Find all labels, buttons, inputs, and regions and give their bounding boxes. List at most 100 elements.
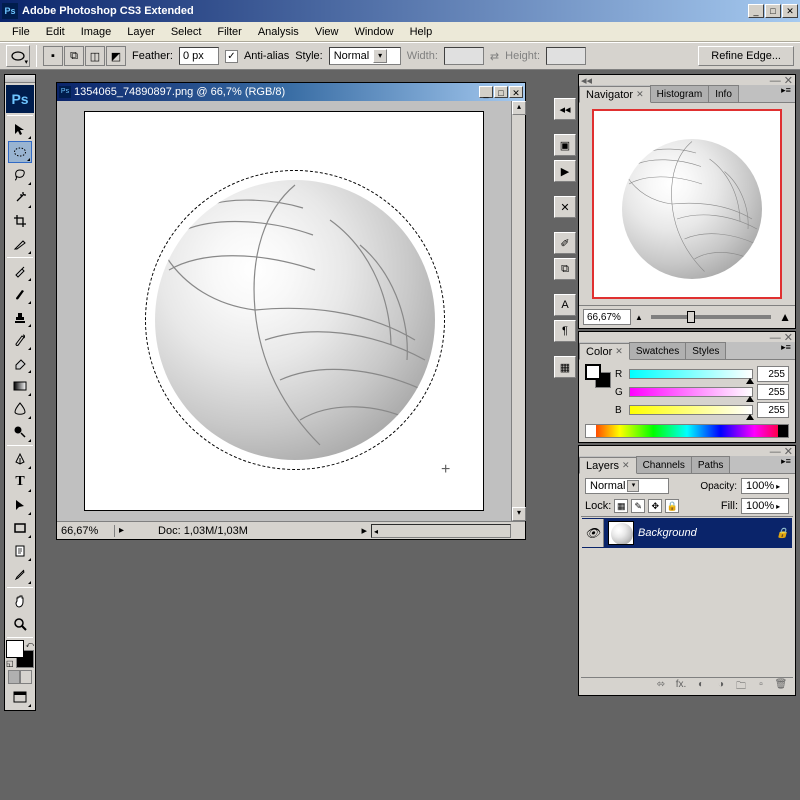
navigator-zoom-slider[interactable] [651,315,771,319]
new-layer-icon[interactable]: ▫ [751,679,771,695]
navigator-zoom-input[interactable] [583,309,631,325]
fill-input[interactable]: 100%▸ [741,498,789,514]
current-tool-preset[interactable]: ▾ [6,45,30,67]
refine-edge-button[interactable]: Refine Edge... [698,46,794,66]
eyedropper-tool[interactable] [8,563,32,585]
panel-collapse-icon[interactable]: ◂◂ [581,74,592,87]
wand-tool[interactable] [8,187,32,209]
well-character-icon[interactable]: A [554,294,576,316]
zoom-level[interactable]: 66,67% [57,525,115,537]
selection-new-icon[interactable]: ▪ [43,46,63,66]
tab-channels[interactable]: Channels [636,456,692,473]
move-tool[interactable] [8,118,32,140]
path-selection-tool[interactable] [8,494,32,516]
tab-navigator[interactable]: Navigator✕ [579,86,651,103]
tab-swatches[interactable]: Swatches [629,342,686,359]
doc-minimize-button[interactable]: _ [479,86,493,98]
toolbox-grip[interactable] [5,75,35,83]
tab-paths[interactable]: Paths [691,456,731,473]
antialias-checkbox[interactable]: ✓ [225,50,238,63]
layer-thumbnail[interactable] [608,521,634,545]
layer-style-icon[interactable]: fx. [671,679,691,695]
r-value-input[interactable] [757,366,789,382]
slice-tool[interactable] [8,233,32,255]
lock-transparency-icon[interactable]: ▦ [614,499,628,513]
adjustment-layer-icon[interactable]: ◑ [711,679,731,695]
zoom-in-icon[interactable]: ▲ [779,310,791,324]
marquee-tool[interactable] [8,141,32,163]
zoom-out-icon[interactable]: ▲ [635,313,643,322]
tab-styles[interactable]: Styles [685,342,726,359]
color-ramp[interactable] [585,424,789,438]
document-titlebar[interactable]: Ps 1354065_74890897.png @ 66,7% (RGB/8) … [57,83,525,101]
healing-brush-tool[interactable] [8,260,32,282]
menu-image[interactable]: Image [73,24,120,40]
notes-tool[interactable] [8,540,32,562]
history-brush-tool[interactable] [8,329,32,351]
menu-view[interactable]: View [307,24,347,40]
pen-tool[interactable] [8,448,32,470]
menu-help[interactable]: Help [402,24,441,40]
canvas[interactable]: + [84,111,484,511]
eraser-tool[interactable] [8,352,32,374]
menu-file[interactable]: File [4,24,38,40]
scroll-down-icon[interactable]: ▾ [512,507,526,521]
color-menu-icon[interactable]: ▸≡ [779,342,793,356]
canvas-area[interactable]: + [57,101,511,521]
selection-subtract-icon[interactable]: ◫ [85,46,105,66]
lasso-tool[interactable] [8,164,32,186]
lock-image-icon[interactable]: ✎ [631,499,645,513]
screen-mode-button[interactable] [8,686,32,708]
well-clone-icon[interactable]: ⧉ [554,258,576,280]
delete-layer-icon[interactable]: 🗑 [771,679,791,695]
layer-visibility-icon[interactable]: 👁 [582,519,604,547]
blend-mode-dropdown[interactable]: Normal▾ [585,478,669,494]
well-play-icon[interactable]: ▶ [554,160,576,182]
maximize-button[interactable]: □ [765,4,781,18]
tab-info[interactable]: Info [708,85,739,102]
color-swatches[interactable]: ⤺ ◱ [6,640,34,668]
menu-layer[interactable]: Layer [119,24,163,40]
close-button[interactable]: ✕ [782,4,798,18]
standard-mode-button[interactable] [8,670,20,684]
horizontal-scrollbar[interactable]: ◂ [371,524,511,538]
scroll-up-icon[interactable]: ▴ [512,101,526,115]
well-tools-icon[interactable]: ✕ [554,196,576,218]
zoom-tool[interactable] [8,613,32,635]
lock-all-icon[interactable]: 🔒 [665,499,679,513]
menu-analysis[interactable]: Analysis [250,24,307,40]
foreground-color[interactable] [6,640,24,658]
tab-histogram[interactable]: Histogram [650,85,710,102]
doc-info-icon[interactable]: ▸ [115,525,128,536]
link-layers-icon[interactable]: ⬄ [651,679,671,695]
lock-position-icon[interactable]: ✥ [648,499,662,513]
feather-input[interactable] [179,47,219,65]
crop-tool[interactable] [8,210,32,232]
menu-window[interactable]: Window [346,24,401,40]
brush-tool[interactable] [8,283,32,305]
gradient-tool[interactable] [8,375,32,397]
doc-maximize-button[interactable]: □ [494,86,508,98]
layer-name[interactable]: Background [638,527,776,539]
menu-filter[interactable]: Filter [209,24,249,40]
blur-tool[interactable] [8,398,32,420]
shape-tool[interactable] [8,517,32,539]
g-slider[interactable] [629,387,753,397]
opacity-input[interactable]: 100%▸ [741,478,789,494]
tab-color[interactable]: Color✕ [579,343,630,360]
dodge-tool[interactable] [8,421,32,443]
well-arrange-icon[interactable]: ▣ [554,134,576,156]
style-dropdown[interactable]: Normal ▾ [329,47,401,65]
type-tool[interactable]: T [8,471,32,493]
well-paragraph-icon[interactable]: ¶ [554,320,576,342]
quickmask-mode-button[interactable] [20,670,32,684]
swap-colors-icon[interactable]: ⤺ [25,640,34,650]
layers-menu-icon[interactable]: ▸≡ [779,456,793,470]
minimize-button[interactable]: _ [748,4,764,18]
vertical-scrollbar[interactable]: ▴ ▾ [511,101,525,521]
well-layercomps-icon[interactable]: ▦ [554,356,576,378]
selection-add-icon[interactable]: ⧉ [64,46,84,66]
stamp-tool[interactable] [8,306,32,328]
layer-group-icon[interactable]: 🗀 [731,679,751,695]
well-brush-icon[interactable]: ✐ [554,232,576,254]
